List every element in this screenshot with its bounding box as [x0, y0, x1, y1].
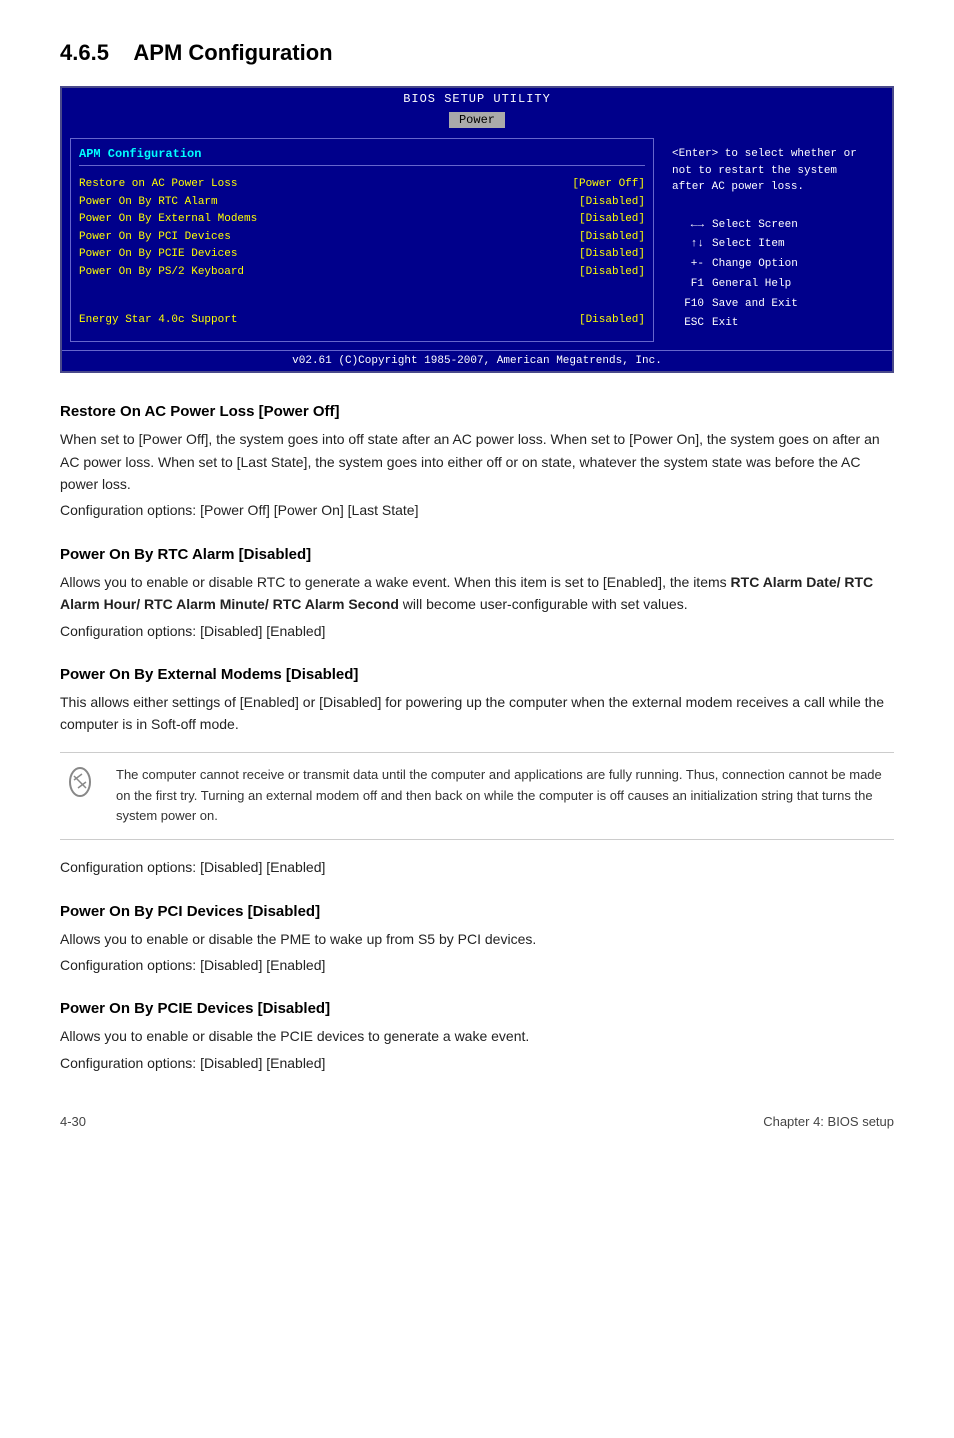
bios-row-label: Restore on AC Power Loss	[79, 176, 237, 194]
bios-separator	[79, 290, 645, 304]
bios-key: ←→	[672, 216, 704, 236]
bios-content-area: APM Configuration Restore on AC Power Lo…	[62, 130, 892, 350]
bios-row-label: Power On By PCIE Devices	[79, 246, 237, 264]
subsection-pci-devices: Power On By PCI Devices [Disabled] Allow…	[60, 903, 894, 977]
subsection-title: Power On By RTC Alarm [Disabled]	[60, 546, 894, 563]
bios-row: Restore on AC Power Loss [Power Off]	[79, 176, 645, 194]
bios-key-row: ↑↓ Select Item	[672, 235, 876, 255]
bios-key-row: +- Change Option	[672, 255, 876, 275]
bios-key-action: Change Option	[712, 255, 798, 275]
bios-key-action: Select Item	[712, 235, 785, 255]
bios-row-value: [Disabled]	[579, 194, 645, 212]
bios-row: Power On By PS/2 Keyboard [Disabled]	[79, 264, 645, 282]
bios-key-row: F10 Save and Exit	[672, 295, 876, 315]
subsection-body: Allows you to enable or disable RTC to g…	[60, 571, 894, 616]
bios-screenshot: BIOS SETUP UTILITY Power APM Configurati…	[60, 86, 894, 373]
page-footer: 4-30 Chapter 4: BIOS setup	[60, 1114, 894, 1129]
subsection-title: Power On By PCI Devices [Disabled]	[60, 903, 894, 920]
subsection-body: Allows you to enable or disable the PCIE…	[60, 1025, 894, 1047]
subsection-title: Power On By PCIE Devices [Disabled]	[60, 1000, 894, 1017]
bios-row-label: Power On By PCI Devices	[79, 229, 231, 247]
bios-key: F1	[672, 275, 704, 295]
subsection-restore-ac: Restore On AC Power Loss [Power Off] Whe…	[60, 403, 894, 522]
bios-key-row: ←→ Select Screen	[672, 216, 876, 236]
bios-row: Power On By RTC Alarm [Disabled]	[79, 194, 645, 212]
bios-key-action: General Help	[712, 275, 791, 295]
bios-row: Power On By PCI Devices [Disabled]	[79, 229, 645, 247]
bios-energy-label: Energy Star 4.0c Support	[79, 312, 237, 330]
footer-left: 4-30	[60, 1114, 86, 1129]
bios-row: Power On By External Modems [Disabled]	[79, 211, 645, 229]
bios-row-value: [Disabled]	[579, 264, 645, 282]
config-options: Configuration options: [Disabled] [Enabl…	[60, 954, 894, 976]
bios-help-text: <Enter> to select whether or not to rest…	[672, 146, 876, 196]
bios-key-action: Exit	[712, 314, 738, 334]
bios-key-row: ESC Exit	[672, 314, 876, 334]
bios-key: ESC	[672, 314, 704, 334]
note-box: The computer cannot receive or transmit …	[60, 752, 894, 840]
bios-keys: ←→ Select Screen ↑↓ Select Item +- Change Opt…	[672, 216, 876, 335]
bios-key-row: F1 General Help	[672, 275, 876, 295]
subsection-title: Restore On AC Power Loss [Power Off]	[60, 403, 894, 420]
section-title: 4.6.5 APM Configuration	[60, 40, 894, 66]
subsection-ext-modems: Power On By External Modems [Disabled] T…	[60, 666, 894, 879]
bios-key: ↑↓	[672, 235, 704, 255]
bios-row-value: [Disabled]	[579, 229, 645, 247]
subsection-body: When set to [Power Off], the system goes…	[60, 428, 894, 495]
bios-tab-power: Power	[449, 112, 505, 128]
bios-footer: v02.61 (C)Copyright 1985-2007, American …	[62, 350, 892, 371]
config-options: Configuration options: [Disabled] [Enabl…	[60, 1052, 894, 1074]
bios-energy-row: Energy Star 4.0c Support [Disabled]	[79, 312, 645, 330]
note-text: The computer cannot receive or transmit …	[116, 765, 894, 827]
subsection-pcie-devices: Power On By PCIE Devices [Disabled] Allo…	[60, 1000, 894, 1074]
config-options: Configuration options: [Power Off] [Powe…	[60, 499, 894, 521]
subsection-body: This allows either settings of [Enabled]…	[60, 691, 894, 736]
bios-section-label: APM Configuration	[79, 147, 645, 166]
bios-right-panel: <Enter> to select whether or not to rest…	[664, 138, 884, 342]
bios-row-label: Power On By RTC Alarm	[79, 194, 218, 212]
bios-title: BIOS SETUP UTILITY	[62, 88, 892, 110]
bios-row-value: [Disabled]	[579, 246, 645, 264]
bios-left-panel: APM Configuration Restore on AC Power Lo…	[70, 138, 654, 342]
config-options: Configuration options: [Disabled] [Enabl…	[60, 856, 894, 878]
bios-row: Power On By PCIE Devices [Disabled]	[79, 246, 645, 264]
bios-key: +-	[672, 255, 704, 275]
bios-row-value: [Power Off]	[572, 176, 645, 194]
bios-tab-bar: Power	[62, 110, 892, 130]
footer-right: Chapter 4: BIOS setup	[763, 1114, 894, 1129]
subsection-rtc-alarm: Power On By RTC Alarm [Disabled] Allows …	[60, 546, 894, 642]
bios-key: F10	[672, 295, 704, 315]
subsections-container: Restore On AC Power Loss [Power Off] Whe…	[60, 403, 894, 1074]
config-options: Configuration options: [Disabled] [Enabl…	[60, 620, 894, 642]
bios-row-label: Power On By External Modems	[79, 211, 257, 229]
bios-row-value: [Disabled]	[579, 211, 645, 229]
subsection-body: Allows you to enable or disable the PME …	[60, 928, 894, 950]
bios-row-label: Power On By PS/2 Keyboard	[79, 264, 244, 282]
bios-key-action: Select Screen	[712, 216, 798, 236]
note-icon	[60, 765, 100, 805]
bios-key-action: Save and Exit	[712, 295, 798, 315]
bios-rows: Restore on AC Power Loss[Power Off]Power…	[79, 176, 645, 282]
subsection-title: Power On By External Modems [Disabled]	[60, 666, 894, 683]
bios-energy-value: [Disabled]	[579, 312, 645, 330]
